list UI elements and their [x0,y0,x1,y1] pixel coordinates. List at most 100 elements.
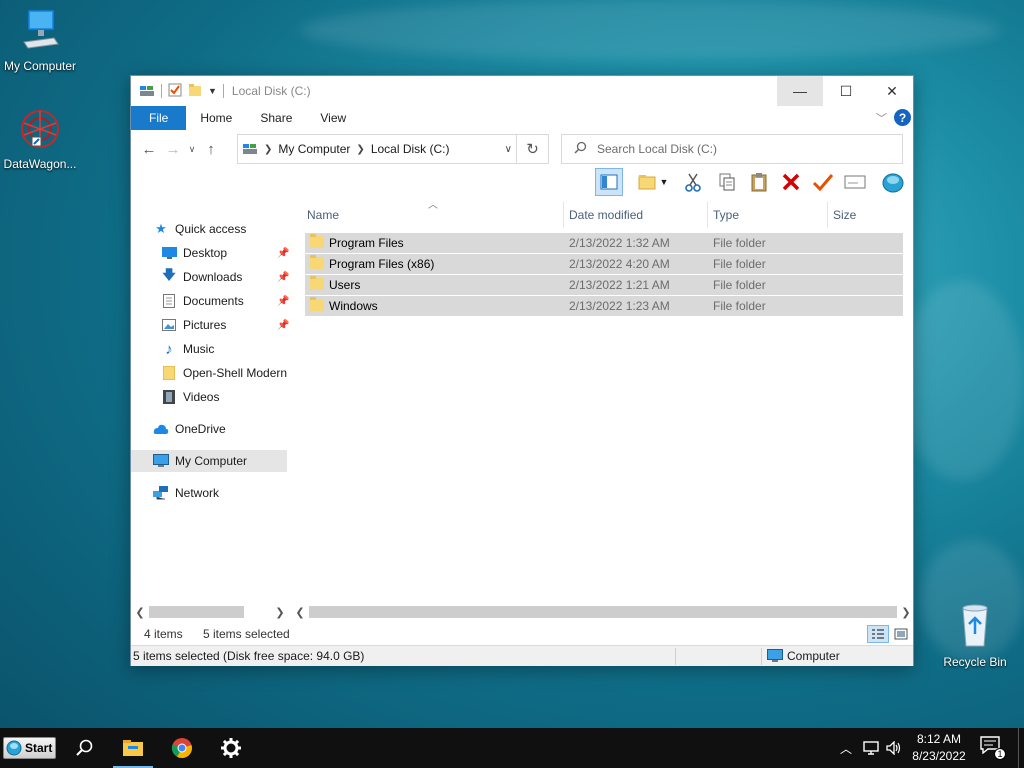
desktop-icon-my-computer[interactable]: My Computer [0,8,80,73]
new-folder-icon[interactable] [188,83,202,100]
properties-button[interactable] [809,168,837,196]
show-hidden-icons-button[interactable]: ︿ [836,728,856,768]
nav-pane-scrollbar[interactable]: ❮ ❯ [133,604,287,620]
pin-icon[interactable]: 📌 [277,296,289,307]
cloud-icon [153,421,169,437]
nav-open-shell-modern[interactable]: Open-Shell Modern [161,362,287,384]
table-row[interactable]: Users 2/13/2022 1:21 AM File folder [305,275,903,295]
scroll-right-icon[interactable]: ❯ [273,606,287,619]
action-center-button[interactable]: 1 [980,736,1006,760]
desktop-icon-label: DataWagon... [3,157,77,171]
computer-icon [153,453,169,469]
pin-icon[interactable]: 📌 [277,248,289,259]
address-dropdown-icon[interactable]: ∨ [505,144,512,155]
close-button[interactable]: ✕ [869,76,915,106]
details-view-button[interactable] [867,625,889,643]
up-button[interactable]: ↑ [199,141,223,158]
column-type[interactable]: Type [707,202,827,228]
clock-time: 8:12 AM [916,732,962,746]
scroll-right-icon[interactable]: ❯ [899,606,913,619]
nav-label: Pictures [183,318,227,332]
search-box[interactable]: Search Local Disk (C:) [561,134,903,164]
start-shell-icon [6,740,22,756]
forward-button[interactable]: → [161,141,185,158]
title-bar[interactable]: ▼ Local Disk (C:) — ☐ ✕ [131,76,913,106]
desktop-icon-recycle-bin[interactable]: Recycle Bin [935,602,1015,669]
table-row[interactable]: Windows 2/13/2022 1:23 AM File folder [305,296,903,316]
nav-videos[interactable]: Videos [161,386,219,408]
separator [675,648,676,665]
separator [161,84,162,98]
cut-button[interactable] [679,168,707,196]
large-icons-view-button[interactable] [890,625,912,643]
start-button[interactable]: Start [3,737,56,759]
properties-icon[interactable] [168,83,182,100]
drive-icon [242,141,258,158]
file-type: File folder [713,299,766,313]
scroll-thumb[interactable] [309,606,897,618]
tab-home[interactable]: Home [186,106,246,130]
nav-pictures[interactable]: Pictures 📌 [161,314,289,336]
column-name[interactable]: Name [301,202,563,228]
maximize-button[interactable]: ☐ [823,76,869,106]
copy-button[interactable] [713,168,741,196]
folder-icon [161,365,177,381]
address-bar[interactable]: ❯ My Computer ❯ Local Disk (C:) ∨ ↻ [237,134,549,164]
explorer-window[interactable]: ▼ Local Disk (C:) — ☐ ✕ File Home Share … [130,75,914,666]
table-row[interactable]: Program Files 2/13/2022 1:32 AM File fol… [305,233,903,253]
refresh-button[interactable]: ↻ [516,135,548,163]
navigation-pane-button[interactable] [595,168,623,196]
paste-button[interactable] [745,168,773,196]
nav-my-computer[interactable]: My Computer [131,450,287,472]
customize-dropdown-icon[interactable]: ▼ [208,86,217,96]
nav-desktop[interactable]: Desktop 📌 [161,242,289,264]
nav-network[interactable]: Network [153,482,219,504]
star-icon: ★ [155,221,167,236]
minimize-button[interactable]: — [777,76,823,106]
nav-onedrive[interactable]: OneDrive [153,418,226,440]
nav-downloads[interactable]: 🡇 Downloads 📌 [161,266,289,288]
delete-button[interactable] [777,168,805,196]
taskbar-file-explorer[interactable] [113,728,153,768]
desktop-icon-datawagon[interactable]: DataWagon... [0,108,80,171]
pin-icon[interactable]: 📌 [277,272,289,283]
file-list[interactable]: ︿ Name Date modified Type Size Program F… [301,200,913,604]
recent-locations-chevron-icon[interactable]: ∨ [185,144,199,155]
breadcrumb-my-computer[interactable]: My Computer [278,142,350,156]
back-button[interactable]: ← [137,141,161,158]
nav-quick-access[interactable]: ★ Quick access [153,218,246,240]
network-tray-button[interactable] [860,728,882,768]
email-button[interactable] [841,168,869,196]
column-size[interactable]: Size [827,202,907,228]
large-icons-view-icon [894,628,908,640]
new-dropdown-icon[interactable]: ▼ [657,168,671,196]
nav-documents[interactable]: Documents 📌 [161,290,289,312]
tab-file[interactable]: File [131,106,187,130]
show-desktop-button[interactable] [1018,728,1024,768]
help-button[interactable]: ? [894,109,911,126]
open-shell-button[interactable] [879,168,907,196]
taskbar-clock[interactable]: 8:12 AM 8/23/2022 [904,731,974,765]
tab-view[interactable]: View [306,106,360,130]
breadcrumb-chevron-icon[interactable]: ❯ [356,144,364,155]
file-list-scrollbar[interactable]: ❮ ❯ [293,604,913,620]
expand-ribbon-icon[interactable]: ﹀ [876,110,887,126]
navigation-pane[interactable]: ★ Quick access Desktop 📌 🡇 Downloads 📌 D… [131,202,291,604]
scroll-left-icon[interactable]: ❮ [133,606,147,619]
pin-icon[interactable]: 📌 [277,320,289,331]
tab-share[interactable]: Share [246,106,306,130]
breadcrumb-local-disk[interactable]: Local Disk (C:) [371,142,450,156]
taskbar-search-button[interactable] [64,728,104,768]
nav-music[interactable]: ♪ Music [161,338,214,360]
scroll-left-icon[interactable]: ❮ [293,606,307,619]
taskbar-chrome[interactable] [162,728,202,768]
scroll-thumb[interactable] [149,606,244,618]
clipboard-icon [751,173,767,192]
breadcrumb-chevron-icon[interactable]: ❯ [264,144,272,155]
table-row[interactable]: Program Files (x86) 2/13/2022 4:20 AM Fi… [305,254,903,274]
ribbon-tabs: File Home Share View ﹀ ? [131,106,913,130]
status-location-label: Computer [787,649,840,663]
taskbar-settings[interactable] [211,728,251,768]
volume-tray-button[interactable] [884,728,904,768]
column-date-modified[interactable]: Date modified [563,202,707,228]
